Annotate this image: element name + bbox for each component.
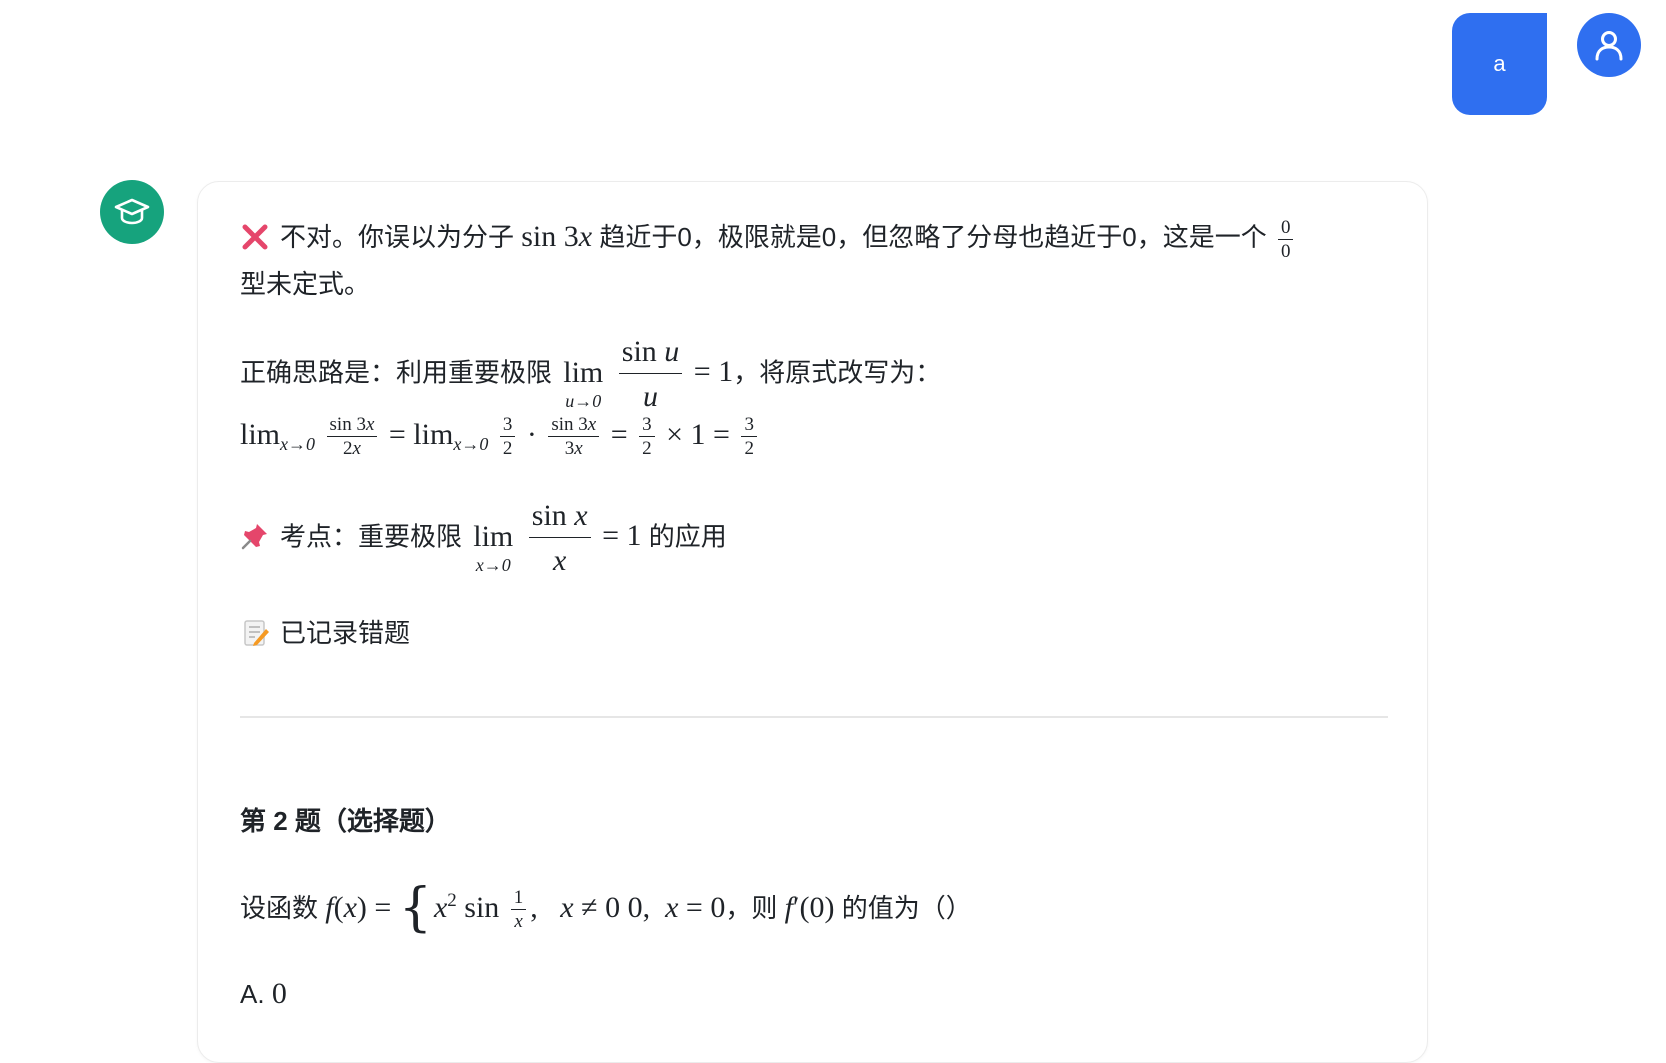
memo-icon bbox=[244, 619, 269, 646]
solution-text-1: 正确思路是：利用重要极限 bbox=[240, 357, 553, 388]
user-message-text: a bbox=[1493, 51, 1506, 76]
feedback-text-1: 不对。你误以为分子 bbox=[280, 222, 515, 252]
math-sin3x: sin 3x bbox=[521, 220, 593, 253]
recorded-paragraph: 已记录错题 bbox=[240, 610, 1388, 656]
question-heading: 第 2 题（选择题） bbox=[240, 805, 451, 836]
option-a-label: A. bbox=[240, 979, 265, 1010]
user-message-bubble: a bbox=[1452, 13, 1547, 115]
question-suffix: 的值为（） bbox=[841, 892, 972, 923]
divider bbox=[240, 715, 1388, 718]
math-limit-sinu: lim u→0 sin uu = 1 bbox=[563, 334, 734, 413]
feedback-text-2: 趋近于0，极限就是0，但忽略了分母也趋近于0，这是一个 bbox=[599, 222, 1267, 252]
solution-text-2: ，将原式改写为： bbox=[733, 357, 942, 388]
user-icon bbox=[1595, 31, 1623, 61]
math-piecewise-function: f(x) = {x2 sin 1x, x ≠ 0 0, x = 0 bbox=[325, 877, 726, 938]
message-content: 不对。你误以为分子 sin 3x 趋近于0，极限就是0，但忽略了分母也趋近于0，… bbox=[240, 214, 1388, 1039]
question-mid: ，则 bbox=[725, 892, 778, 923]
recorded-text: 已记录错题 bbox=[280, 617, 411, 648]
feedback-text-3: 型未定式。 bbox=[240, 268, 371, 299]
feedback-paragraph: 不对。你误以为分子 sin 3x 趋近于0，极限就是0，但忽略了分母也趋近于0，… bbox=[240, 214, 1388, 307]
pushpin-icon bbox=[241, 524, 267, 550]
assistant-message-card: 不对。你误以为分子 sin 3x 趋近于0，极限就是0，但忽略了分母也趋近于0，… bbox=[197, 181, 1428, 1063]
math-limit-sinx: lim x→0 sin xx = 1 bbox=[473, 498, 642, 577]
solution-paragraph: 正确思路是：利用重要极限 lim u→0 sin uu = 1，将原式改写为： l… bbox=[240, 334, 1388, 467]
question-text: 设函数 f(x) = {x2 sin 1x, x ≠ 0 0, x = 0，则 … bbox=[240, 877, 1388, 938]
graduation-cap-icon bbox=[114, 198, 150, 225]
keypoint-paragraph: 考点：重要极限 lim x→0 sin xx = 1 的应用 bbox=[240, 498, 1388, 577]
math-f-prime-zero: f′(0) bbox=[784, 890, 835, 924]
math-rewrite-formula: limx→0 sin 3x 2x = limx→0 32 · sin 3x 3x =… bbox=[240, 415, 761, 458]
option-a-value: 0 bbox=[271, 977, 287, 1011]
keypoint-text-1: 考点：重要极限 bbox=[280, 521, 463, 552]
keypoint-text-2: 的应用 bbox=[648, 521, 727, 552]
question-prefix: 设函数 bbox=[240, 892, 319, 923]
user-avatar[interactable] bbox=[1577, 13, 1641, 77]
bot-avatar bbox=[100, 180, 164, 244]
math-zero-over-zero: 00 bbox=[1277, 218, 1294, 261]
option-a[interactable]: A. 0 bbox=[240, 971, 1388, 1017]
cross-mark-icon bbox=[242, 224, 268, 250]
